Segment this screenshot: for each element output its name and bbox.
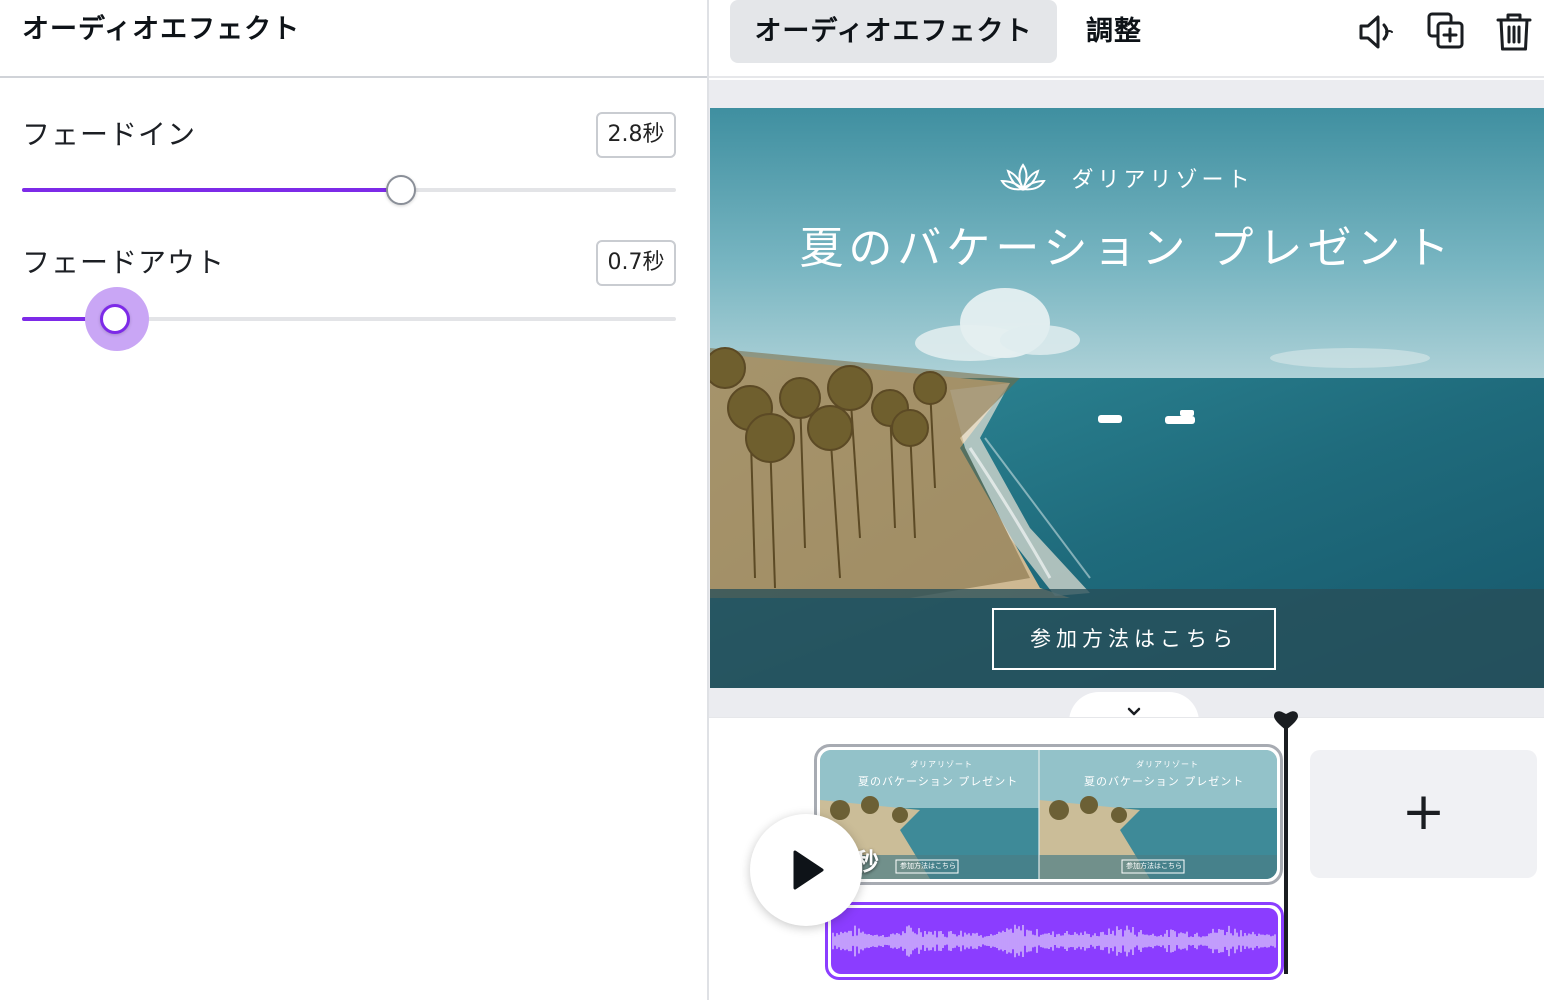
brand-name: ダリアリゾート <box>1071 168 1254 193</box>
duplicate-icon[interactable] <box>1425 10 1469 54</box>
fade-in-slider[interactable] <box>22 188 676 192</box>
fade-in-value-input[interactable]: 2.8秒 <box>596 112 676 158</box>
playhead-marker-icon[interactable] <box>1273 710 1299 732</box>
thumb-headline-2: 夏のバケーション プレゼント <box>1084 775 1245 788</box>
thumb-brand-1: ダリアリゾート <box>910 760 973 769</box>
design-headline: 夏のバケーション プレゼント <box>799 223 1455 274</box>
fade-out-control: フェードアウト 0.7秒 <box>22 240 676 360</box>
thumb-headline-1: 夏のバケーション プレゼント <box>858 775 1019 788</box>
fade-out-slider-thumb[interactable] <box>99 304 130 334</box>
panel-header: オーディオエフェクト <box>0 0 707 78</box>
thumb-cta-2: 参加方法はこちら <box>1126 862 1182 870</box>
brand-logo-text: ダリアリゾート <box>710 162 1544 199</box>
fade-in-label: フェードイン <box>22 118 197 151</box>
panel-title: オーディオエフェクト <box>22 14 301 45</box>
cta-button[interactable]: 参加方法はこちら <box>992 608 1276 670</box>
clip-thumbnail-frames <box>820 750 1277 879</box>
top-toolbar: オーディオエフェクト 調整 <box>709 0 1544 78</box>
speaker-icon[interactable] <box>1356 10 1400 54</box>
fade-out-value-input[interactable]: 0.7秒 <box>596 240 676 286</box>
play-icon <box>793 850 824 890</box>
playhead[interactable] <box>1284 718 1288 974</box>
video-clip[interactable]: ダリアリゾート 夏のバケーション プレゼント 参加方法はこちら ダリアリゾート … <box>814 744 1283 885</box>
audio-clip[interactable] <box>825 902 1284 980</box>
tab-adjust[interactable]: 調整 <box>1086 0 1142 63</box>
plus-icon: + <box>1401 782 1446 842</box>
video-clip-thumbnails: ダリアリゾート 夏のバケーション プレゼント 参加方法はこちら ダリアリゾート … <box>820 750 1277 879</box>
thumb-brand-2: ダリアリゾート <box>1136 760 1199 769</box>
fade-in-control: フェードイン 2.8秒 <box>22 112 676 212</box>
fade-in-slider-thumb[interactable] <box>386 175 417 205</box>
waveform-graphic <box>832 924 1276 958</box>
lotus-icon <box>1000 163 1047 199</box>
trash-icon[interactable] <box>1493 10 1537 54</box>
thumb-cta-1: 参加方法はこちら <box>900 862 956 870</box>
fade-out-label: フェードアウト <box>22 246 226 279</box>
play-button[interactable] <box>750 814 862 926</box>
design-preview[interactable]: ダリアリゾート 夏のバケーション プレゼント 参加方法はこちら <box>710 108 1544 688</box>
audio-waveform <box>831 908 1278 974</box>
fade-in-slider-fill <box>22 188 402 192</box>
audio-effects-panel: オーディオエフェクト フェードイン 2.8秒 フェードアウト 0.7秒 <box>0 0 709 1000</box>
tab-audio-effects[interactable]: オーディオエフェクト <box>730 0 1057 63</box>
add-page-button[interactable]: + <box>1310 750 1537 878</box>
editor-area: オーディオエフェクト 調整 ダリアリゾート 夏のバケーション プレゼント 参加方… <box>709 0 1544 1000</box>
